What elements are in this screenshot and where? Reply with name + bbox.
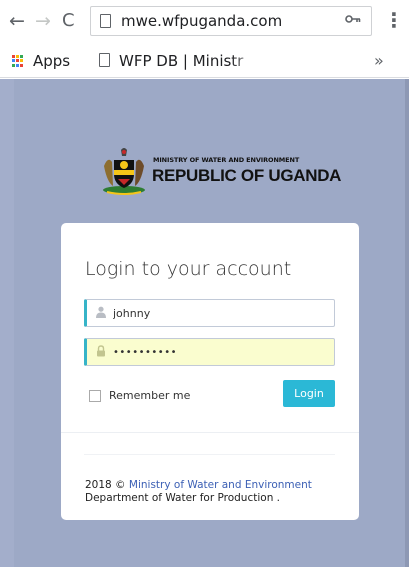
username-field[interactable] — [84, 299, 335, 327]
footer-department: Department of Water for Production . — [85, 492, 281, 504]
browser-toolbar: ← → C mwe.wfpuganda.com ⋮ — [0, 0, 409, 44]
login-title: Login to your account — [85, 258, 292, 280]
bookmarks-bar: Apps WFP DB | Ministr » — [0, 44, 409, 78]
bookmark-apps[interactable]: Apps — [33, 52, 70, 70]
footer-divider — [84, 454, 335, 455]
password-input[interactable] — [113, 343, 328, 361]
address-bar[interactable]: mwe.wfpuganda.com — [90, 6, 372, 36]
page-scrollbar[interactable] — [405, 79, 409, 567]
ministry-logo: MINISTRY OF WATER AND ENVIRONMENT REPUBL… — [99, 146, 341, 196]
remember-checkbox[interactable] — [89, 390, 101, 402]
more-bookmarks-icon[interactable]: » — [374, 51, 384, 70]
url-text[interactable]: mwe.wfpuganda.com — [121, 12, 282, 30]
username-input[interactable] — [113, 304, 328, 322]
remember-label[interactable]: Remember me — [109, 389, 190, 402]
footer-copyright: 2018 © — [85, 479, 129, 491]
republic-name: REPUBLIC OF UGANDA — [152, 166, 342, 185]
key-icon[interactable] — [345, 13, 361, 28]
ministry-name: MINISTRY OF WATER AND ENVIRONMENT — [153, 156, 300, 164]
uganda-coat-of-arms-icon — [103, 148, 145, 195]
forward-arrow-icon[interactable]: → — [35, 10, 51, 32]
page-icon — [100, 14, 111, 28]
password-field[interactable] — [84, 338, 335, 366]
bookmark-wfp-db[interactable]: WFP DB | Ministr — [119, 52, 259, 70]
back-arrow-icon[interactable]: ← — [9, 10, 25, 32]
browser-menu-icon[interactable]: ⋮ — [384, 9, 404, 31]
card-divider — [61, 432, 359, 433]
user-icon — [96, 306, 106, 318]
bookmark-page-icon — [99, 53, 110, 67]
reload-icon[interactable]: C — [62, 10, 75, 32]
lock-icon — [97, 345, 105, 357]
page-left-edge — [0, 79, 14, 567]
login-card: Login to your account Remember me Login … — [61, 223, 359, 520]
apps-grid-icon[interactable] — [12, 55, 24, 67]
card-footer: 2018 © Ministry of Water and Environment… — [85, 479, 312, 505]
ministry-link[interactable]: Ministry of Water and Environment — [129, 479, 312, 491]
login-button[interactable]: Login — [283, 380, 335, 407]
